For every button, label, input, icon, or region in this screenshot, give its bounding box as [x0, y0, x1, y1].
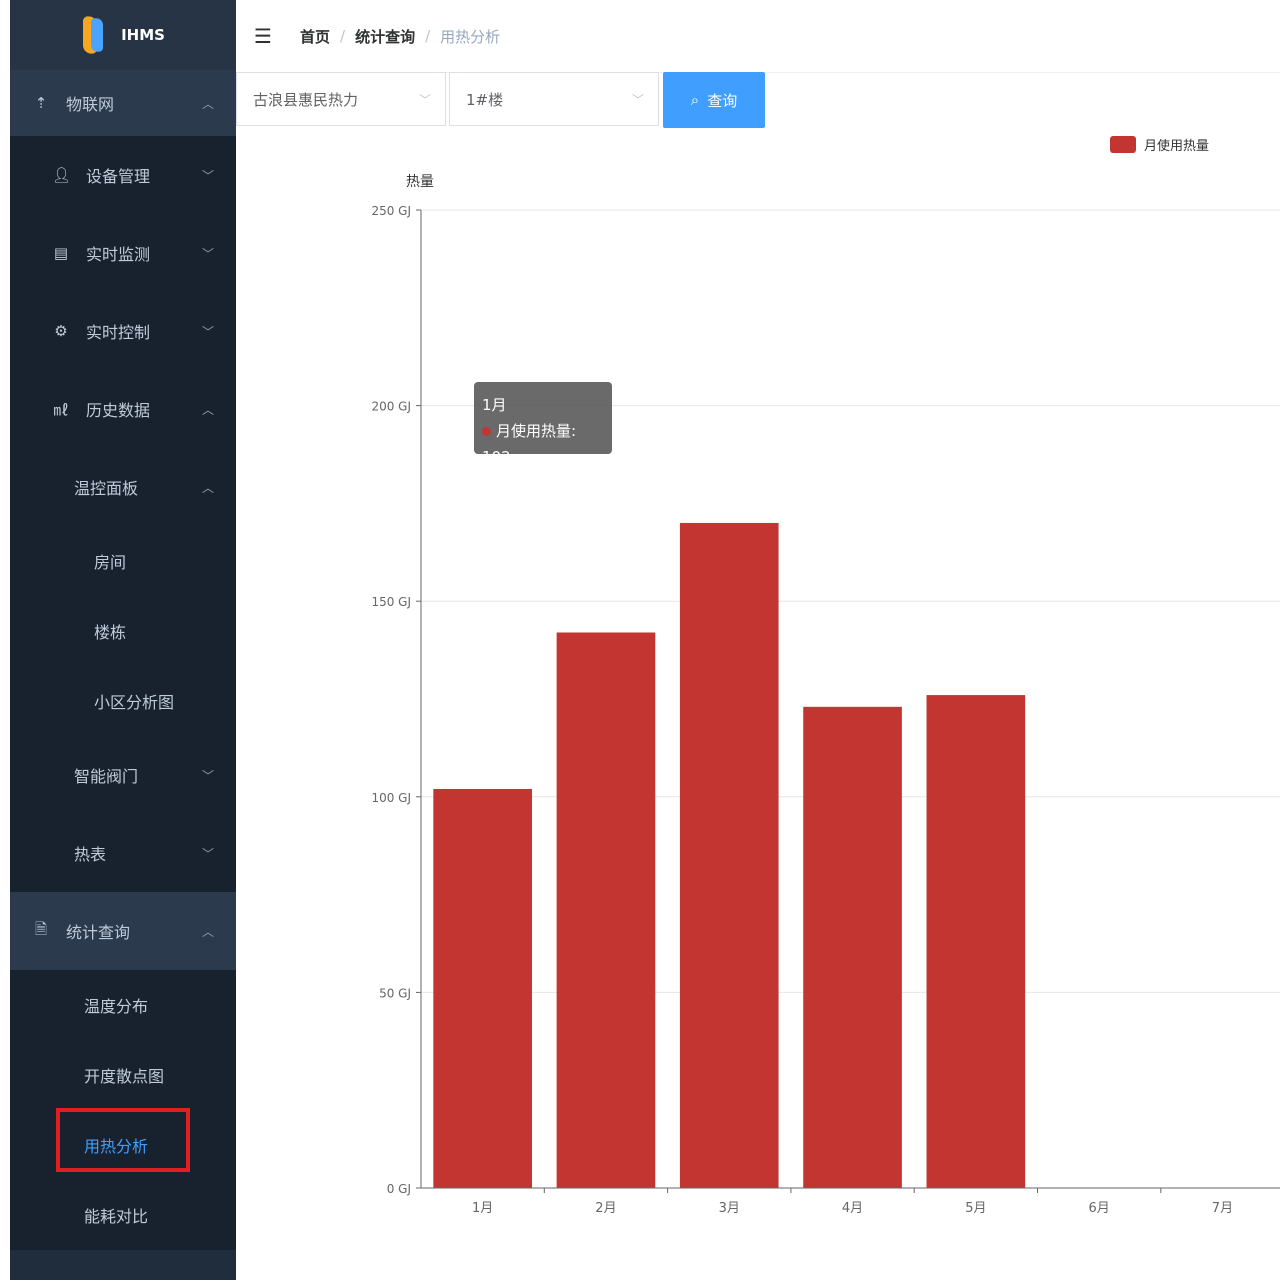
chevron-down-icon: ﹀	[201, 846, 214, 861]
logo[interactable]: IHMS	[10, 0, 236, 70]
building-select-value: 1#楼	[466, 90, 504, 109]
x-tick-label: 5月	[965, 1201, 986, 1216]
document-icon: 🗎︎	[34, 919, 48, 938]
bar	[926, 695, 1026, 1188]
y-axis-label: 热量	[406, 174, 434, 190]
company-select-value: 古浪县惠民热力	[253, 90, 359, 109]
sidebar-item-energy-comparison[interactable]: 能耗对比	[10, 1180, 236, 1250]
chart-tooltip: 1月 月使用热量: 102	[474, 382, 612, 466]
chart-legend: 月使用热量	[1110, 136, 1209, 154]
breadcrumb-current: 用热分析	[440, 27, 501, 46]
menu-toggle-icon[interactable]: ☰	[254, 24, 274, 48]
building-select[interactable]: 1#楼 ﹀	[449, 72, 659, 126]
legend-swatch	[1110, 136, 1136, 153]
breadcrumb-separator: /	[425, 27, 431, 45]
network-icon: ⇡	[34, 94, 48, 112]
chevron-down-icon: ﹀	[201, 324, 214, 339]
tooltip-series: 月使用热量	[496, 422, 572, 440]
header: ☰ 首页 / 统计查询 / 用热分析	[236, 0, 1280, 73]
iot-submenu: 👤︎ 设备管理 ﹀ ▤ 实时监测 ﹀ ⚙ 实时控制 ﹀ ㎖ 历史数据 ︿ 温控面…	[10, 136, 236, 892]
sidebar-item-temp-panel[interactable]: 温控面板 ︿	[10, 448, 236, 526]
sidebar-item-device-management[interactable]: 👤︎ 设备管理 ﹀	[10, 136, 236, 214]
x-tick-label: 4月	[842, 1201, 863, 1216]
chevron-up-icon: ︿	[201, 924, 214, 939]
filter-bar: 古浪县惠民热力 ﹀ 1#楼 ﹀ ⌕ 查询	[236, 72, 765, 128]
tooltip-title: 1月	[482, 396, 507, 414]
breadcrumb: 首页 / 统计查询 / 用热分析	[300, 26, 500, 47]
chevron-up-icon: ︿	[201, 480, 214, 495]
query-button-label: 查询	[707, 91, 738, 110]
y-tick-label: 250 GJ	[371, 204, 411, 218]
sidebar-item-statistics[interactable]: 🗎︎ 统计查询 ︿	[10, 892, 236, 970]
tooltip-value: 102	[482, 448, 511, 466]
sidebar: IHMS ⇡ 物联网 ︿ 👤︎ 设备管理 ﹀ ▤ 实时监测 ﹀ ⚙ 实时控制 ﹀…	[10, 0, 236, 1280]
breadcrumb-separator: /	[340, 27, 346, 45]
sidebar-item-realtime-control[interactable]: ⚙ 实时控制 ﹀	[10, 292, 236, 370]
highlight-box	[56, 1108, 190, 1172]
y-tick-label: 0 GJ	[387, 1182, 411, 1196]
sidebar-item-realtime-monitor[interactable]: ▤ 实时监测 ﹀	[10, 214, 236, 292]
sidebar-item-opening-scatter[interactable]: 开度散点图	[10, 1040, 236, 1110]
x-tick-label: 6月	[1089, 1201, 1110, 1216]
sidebar-item-community-analysis[interactable]: 小区分析图	[10, 666, 236, 736]
breadcrumb-statistics[interactable]: 统计查询	[355, 26, 415, 47]
bar	[556, 632, 656, 1188]
chevron-up-icon: ︿	[201, 96, 214, 111]
chart-bars	[433, 522, 1026, 1188]
chart-area: 0 GJ 50 GJ 100 GJ 150 GJ 200 GJ 250 GJ 1月 2月 3月 4…	[236, 128, 1280, 1280]
chevron-down-icon: ﹀	[201, 768, 214, 783]
tooltip-series-dot	[482, 427, 491, 436]
company-select[interactable]: 古浪县惠民热力 ﹀	[236, 72, 446, 126]
chevron-down-icon: ﹀	[631, 92, 644, 107]
search-icon: ⌕	[690, 91, 700, 109]
y-tick-label: 100 GJ	[371, 791, 411, 805]
bar-chart: 0 GJ 50 GJ 100 GJ 150 GJ 200 GJ 250 GJ 1月 2月 3月 4…	[371, 136, 1280, 1216]
chart-icon: ㎖	[53, 400, 69, 419]
sidebar-item-room[interactable]: 房间	[10, 526, 236, 596]
chevron-down-icon: ﹀	[418, 92, 431, 107]
sidebar-item-smart-valve[interactable]: 智能阀门 ﹀	[10, 736, 236, 814]
sidebar-item-temp-distribution[interactable]: 温度分布	[10, 970, 236, 1040]
chevron-down-icon: ﹀	[201, 246, 214, 261]
logo-icon	[81, 14, 107, 56]
x-tick-label: 7月	[1212, 1201, 1233, 1216]
y-tick-label: 150 GJ	[371, 595, 411, 609]
sidebar-item-history-data[interactable]: ㎖ 历史数据 ︿	[10, 370, 236, 448]
chevron-up-icon: ︿	[201, 402, 214, 417]
window-edge	[0, 0, 10, 1280]
chevron-down-icon: ﹀	[201, 168, 214, 183]
legend-label: 月使用热量	[1144, 138, 1209, 154]
sidebar-item-building[interactable]: 楼栋	[10, 596, 236, 666]
y-tick-label: 50 GJ	[379, 986, 411, 1000]
x-tick-label: 3月	[719, 1201, 740, 1216]
bar	[433, 788, 532, 1188]
tooltip-row: 月使用热量: 102	[482, 422, 577, 466]
bar	[803, 706, 902, 1188]
y-tick-label: 200 GJ	[371, 400, 411, 414]
breadcrumb-home[interactable]: 首页	[300, 26, 330, 47]
logo-text: IHMS	[121, 26, 165, 44]
x-tick-label: 2月	[595, 1201, 616, 1216]
monitor-icon: ▤	[53, 244, 69, 262]
gear-icon: ⚙	[54, 322, 68, 340]
query-button[interactable]: ⌕ 查询	[663, 72, 765, 128]
sidebar-item-iot[interactable]: ⇡ 物联网 ︿	[10, 70, 236, 136]
sidebar-item-heat-meter[interactable]: 热表 ﹀	[10, 814, 236, 892]
bar	[679, 522, 779, 1188]
user-icon: 👤︎	[52, 166, 72, 184]
x-tick-label: 1月	[472, 1201, 493, 1216]
